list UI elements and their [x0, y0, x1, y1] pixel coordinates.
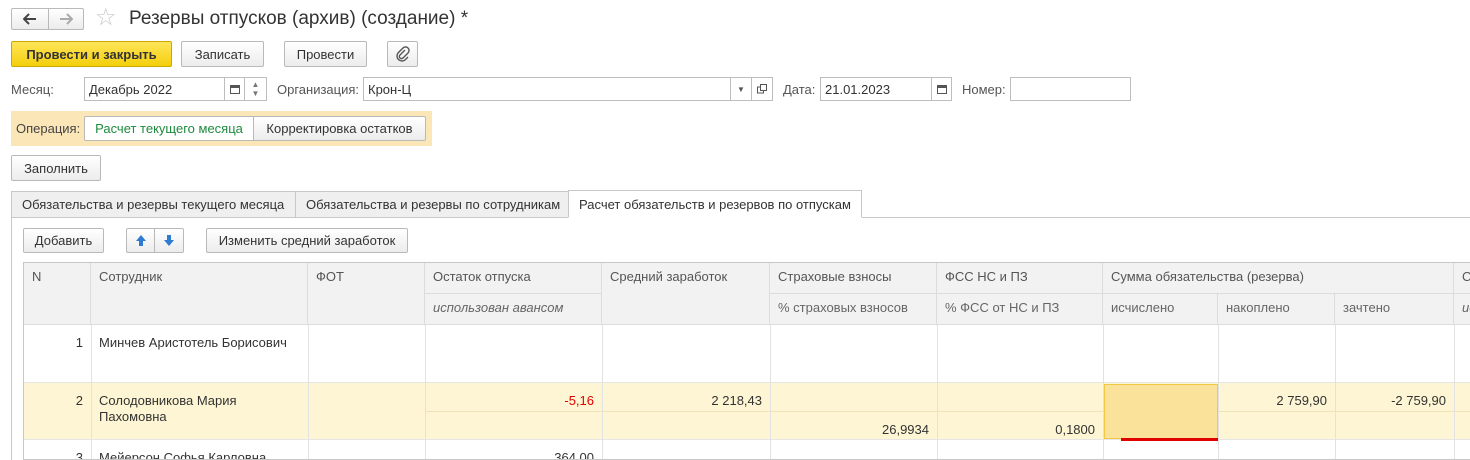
date-calendar-button[interactable] — [931, 77, 952, 101]
header-n[interactable]: N — [24, 263, 91, 325]
organization-open-button[interactable] — [751, 77, 773, 101]
employee-name: Мейерсон Софья Карловна — [99, 450, 267, 460]
vacation-balance-value: -5,16 — [564, 393, 594, 408]
row-number: 3 — [75, 450, 83, 460]
number-field[interactable] — [1010, 77, 1131, 101]
paperclip-icon — [395, 46, 410, 62]
fill-button[interactable]: Заполнить — [11, 155, 101, 181]
tab-current-month-liabilities[interactable]: Обязательства и резервы текущего месяца — [11, 191, 296, 218]
tab-vacation-liabilities-calc[interactable]: Расчет обязательств и резервов по отпуск… — [568, 190, 862, 218]
move-up-button[interactable] — [126, 228, 155, 253]
column-divider — [602, 325, 603, 459]
month-calendar-button[interactable] — [224, 77, 245, 101]
arrow-down-icon — [164, 235, 174, 246]
stepper-up-icon[interactable]: ▲ — [252, 80, 260, 89]
column-divider — [308, 325, 309, 459]
calendar-icon — [936, 85, 947, 94]
operation-label: Операция: — [16, 121, 81, 136]
header-insurance-percent[interactable]: % страховых взносов — [770, 294, 937, 325]
vacation-balance-value: 364,00 — [554, 450, 594, 460]
header-accumulated[interactable]: накоплено — [1218, 294, 1335, 325]
header-next-column-sub[interactable]: ис — [1454, 294, 1470, 325]
organization-field[interactable]: Крон-Ц — [363, 77, 731, 101]
header-insurance[interactable]: Страховые взносы — [770, 263, 937, 294]
month-stepper[interactable]: ▲ ▼ — [244, 77, 267, 101]
header-employee[interactable]: Сотрудник — [91, 263, 308, 325]
column-divider — [1335, 325, 1336, 459]
column-divider — [1103, 325, 1104, 459]
fss-percent-value: 0,1800 — [1055, 422, 1095, 437]
employee-name: Солодовникова Мария Пахомовна — [99, 393, 237, 424]
add-row-button[interactable]: Добавить — [23, 228, 104, 253]
month-field[interactable]: Декабрь 2022 — [84, 77, 225, 101]
date-label: Дата: — [783, 82, 816, 97]
calendar-icon — [229, 85, 240, 94]
header-calculated[interactable]: исчислено — [1103, 294, 1218, 325]
back-button[interactable] — [11, 8, 48, 30]
calculated-cell-active[interactable] — [1104, 384, 1218, 439]
column-divider — [937, 325, 938, 459]
header-next-column[interactable]: С — [1454, 263, 1470, 294]
operation-current-month-button[interactable]: Расчет текущего месяца — [84, 116, 254, 141]
employee-name: Минчев Аристотель Борисович — [99, 335, 287, 350]
column-divider — [1218, 325, 1219, 459]
attach-button[interactable] — [387, 41, 418, 67]
chevron-down-icon: ▼ — [737, 84, 745, 94]
header-used-in-advance[interactable]: использован авансом — [425, 294, 602, 325]
header-offset[interactable]: зачтено — [1335, 294, 1454, 325]
move-down-button[interactable] — [154, 228, 184, 253]
forward-button[interactable] — [48, 8, 84, 30]
post-and-close-button[interactable]: Провести и закрыть — [11, 41, 172, 67]
number-label: Номер: — [962, 82, 1006, 97]
header-average-salary[interactable]: Средний заработок — [602, 263, 770, 325]
page-title: Резервы отпусков (архив) (создание) * — [129, 8, 469, 29]
operation-balance-correction-button[interactable]: Корректировка остатков — [253, 116, 426, 141]
tab-employee-liabilities[interactable]: Обязательства и резервы по сотрудникам — [295, 191, 569, 218]
error-underline — [1121, 438, 1218, 441]
accumulated-value: 2 759,90 — [1276, 393, 1327, 408]
post-button[interactable]: Провести — [284, 41, 367, 67]
arrow-right-icon — [60, 13, 73, 25]
change-average-salary-button[interactable]: Изменить средний заработок — [206, 228, 408, 253]
offset-value: -2 759,90 — [1391, 393, 1446, 408]
header-vacation-balance[interactable]: Остаток отпуска — [425, 263, 602, 294]
header-liability-sum[interactable]: Сумма обязательства (резерва) — [1103, 263, 1454, 294]
header-fot[interactable]: ФОТ — [308, 263, 425, 325]
write-button[interactable]: Записать — [181, 41, 264, 67]
open-icon — [757, 84, 767, 94]
organization-label: Организация: — [277, 82, 360, 97]
header-fss-percent[interactable]: % ФСС от НС и ПЗ — [937, 294, 1103, 325]
liabilities-table: N Сотрудник ФОТ Остаток отпуска использо… — [23, 262, 1470, 460]
arrow-left-icon — [23, 13, 36, 25]
organization-dropdown-button[interactable]: ▼ — [730, 77, 752, 101]
stepper-down-icon[interactable]: ▼ — [252, 89, 260, 98]
column-divider — [770, 325, 771, 459]
average-salary-value: 2 218,43 — [711, 393, 762, 408]
column-divider — [1454, 325, 1455, 459]
header-fss[interactable]: ФСС НС и ПЗ — [937, 263, 1103, 294]
month-label: Месяц: — [11, 82, 54, 97]
arrow-up-icon — [135, 235, 146, 246]
date-field[interactable]: 21.01.2023 — [820, 77, 932, 101]
column-divider — [425, 325, 426, 459]
column-divider — [91, 325, 92, 459]
row-number: 1 — [75, 335, 83, 350]
favorite-star-icon[interactable]: ☆ — [95, 6, 117, 30]
insurance-percent-value: 26,9934 — [882, 422, 929, 437]
tab-panel-border — [11, 217, 12, 460]
row-number: 2 — [75, 393, 83, 408]
